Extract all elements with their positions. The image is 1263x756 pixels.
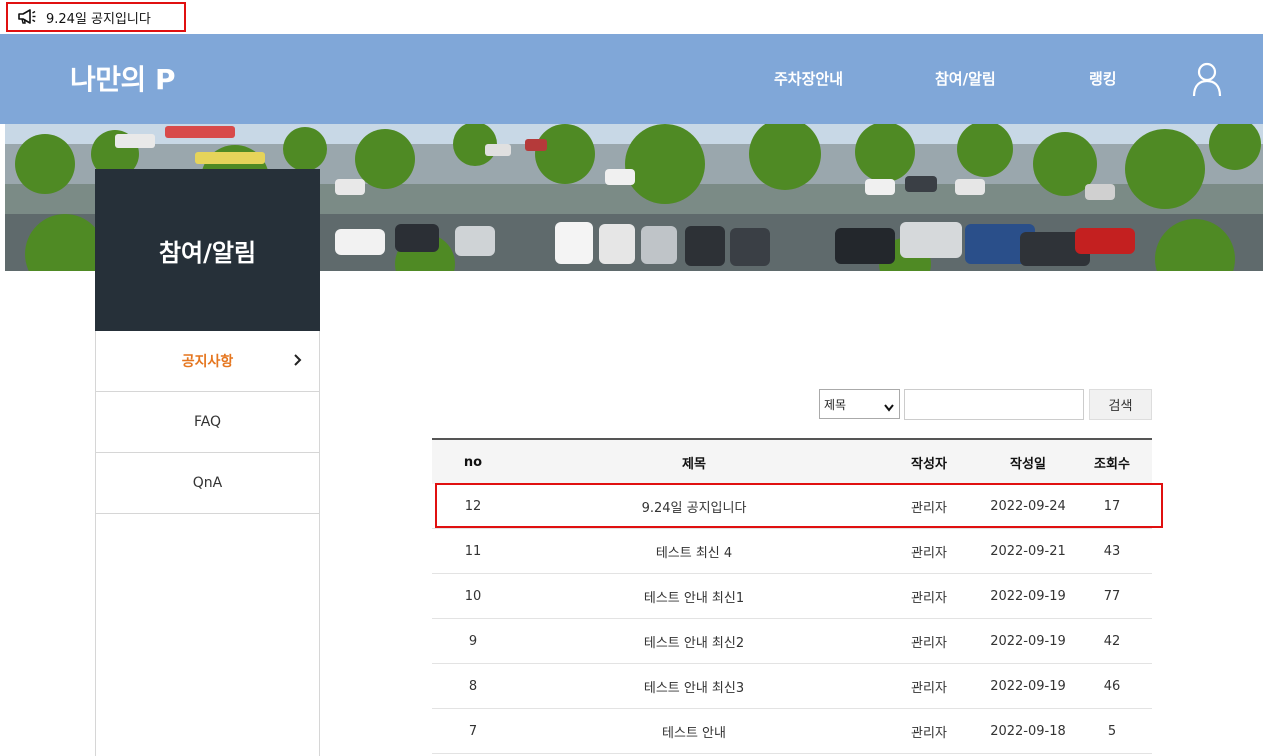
chevron-down-icon: [884, 401, 894, 415]
cell-views: 5: [1107, 723, 1117, 739]
cell-writer: 관리자: [911, 725, 947, 741]
cell-no: 8: [468, 678, 478, 694]
side-panel-title: 참여/알림: [95, 169, 320, 331]
nav-parking-info[interactable]: 주차장안내: [774, 68, 843, 89]
nav-participation[interactable]: 참여/알림: [935, 68, 996, 89]
side-item-qna[interactable]: QnA: [96, 453, 319, 514]
table-row[interactable]: 10 테스트 안내 최신1 관리자 2022-09-19 77: [432, 574, 1152, 619]
cell-date: 2022-09-24: [990, 498, 1066, 514]
search-button[interactable]: 검색: [1089, 389, 1152, 420]
cell-no: 11: [464, 543, 482, 559]
notice-board-table: no 제목 작성자 작성일 조회수 12 9.24일 공지입니다 관리자 202…: [432, 438, 1152, 754]
cell-views: 17: [1103, 498, 1121, 514]
cell-date: 2022-09-18: [990, 723, 1066, 739]
column-header-writer: 작성자: [911, 456, 947, 472]
table-header: no 제목 작성자 작성일 조회수: [432, 438, 1152, 484]
cell-views: 77: [1103, 588, 1121, 604]
column-header-date: 작성일: [1010, 456, 1046, 472]
cell-no: 7: [468, 723, 478, 739]
table-row[interactable]: 7 테스트 안내 관리자 2022-09-18 5: [432, 709, 1152, 754]
cell-views: 43: [1103, 543, 1121, 559]
table-row[interactable]: 11 테스트 최신 4 관리자 2022-09-21 43: [432, 529, 1152, 574]
cell-no: 10: [464, 588, 482, 604]
side-item-label: 공지사항: [181, 354, 234, 370]
user-icon[interactable]: [1190, 60, 1224, 100]
cell-date: 2022-09-19: [990, 633, 1066, 649]
site-header: 나만의 P 주차장안내 참여/알림 랭킹: [0, 34, 1263, 124]
table-row[interactable]: 8 테스트 안내 최신3 관리자 2022-09-19 46: [432, 664, 1152, 709]
table-row[interactable]: 9 테스트 안내 최신2 관리자 2022-09-19 42: [432, 619, 1152, 664]
cell-date: 2022-09-19: [990, 678, 1066, 694]
cell-writer: 관리자: [911, 680, 947, 696]
cell-no: 12: [464, 498, 482, 514]
cell-writer: 관리자: [911, 545, 947, 561]
search-type-value: 제목: [824, 397, 847, 412]
cell-date: 2022-09-19: [990, 588, 1066, 604]
notice-banner[interactable]: 9.24일 공지입니다: [6, 2, 186, 32]
cell-title-link[interactable]: 테스트 안내 최신3: [514, 677, 874, 696]
side-item-label: QnA: [192, 475, 223, 491]
side-menu: 공지사항 FAQ QnA: [95, 331, 320, 756]
nav-ranking[interactable]: 랭킹: [1089, 68, 1117, 89]
search-input[interactable]: [904, 389, 1084, 420]
cell-no: 9: [468, 633, 478, 649]
notice-text: 9.24일 공지입니다: [46, 11, 151, 27]
cell-writer: 관리자: [911, 590, 947, 606]
cell-views: 42: [1103, 633, 1121, 649]
cell-title-link[interactable]: 테스트 안내 최신2: [514, 632, 874, 651]
side-item-notice[interactable]: 공지사항: [96, 331, 319, 392]
cell-title-link[interactable]: 9.24일 공지입니다: [514, 497, 874, 516]
megaphone-icon: [17, 9, 37, 25]
column-header-title: 제목: [682, 456, 706, 472]
cell-writer: 관리자: [911, 635, 947, 651]
side-item-faq[interactable]: FAQ: [96, 392, 319, 453]
column-header-views: 조회수: [1094, 456, 1130, 472]
cell-writer: 관리자: [911, 500, 947, 516]
search-type-select[interactable]: 제목: [819, 389, 900, 419]
table-row[interactable]: 12 9.24일 공지입니다 관리자 2022-09-24 17: [432, 484, 1152, 529]
side-item-label: FAQ: [193, 414, 222, 430]
cell-title-link[interactable]: 테스트 최신 4: [514, 542, 874, 561]
site-logo[interactable]: 나만의 P: [70, 58, 176, 98]
column-header-no: no: [463, 454, 483, 470]
cell-views: 46: [1103, 678, 1121, 694]
cell-title-link[interactable]: 테스트 안내 최신1: [514, 587, 874, 606]
cell-title-link[interactable]: 테스트 안내: [514, 722, 874, 741]
chevron-right-icon: [293, 353, 303, 371]
cell-date: 2022-09-21: [990, 543, 1066, 559]
